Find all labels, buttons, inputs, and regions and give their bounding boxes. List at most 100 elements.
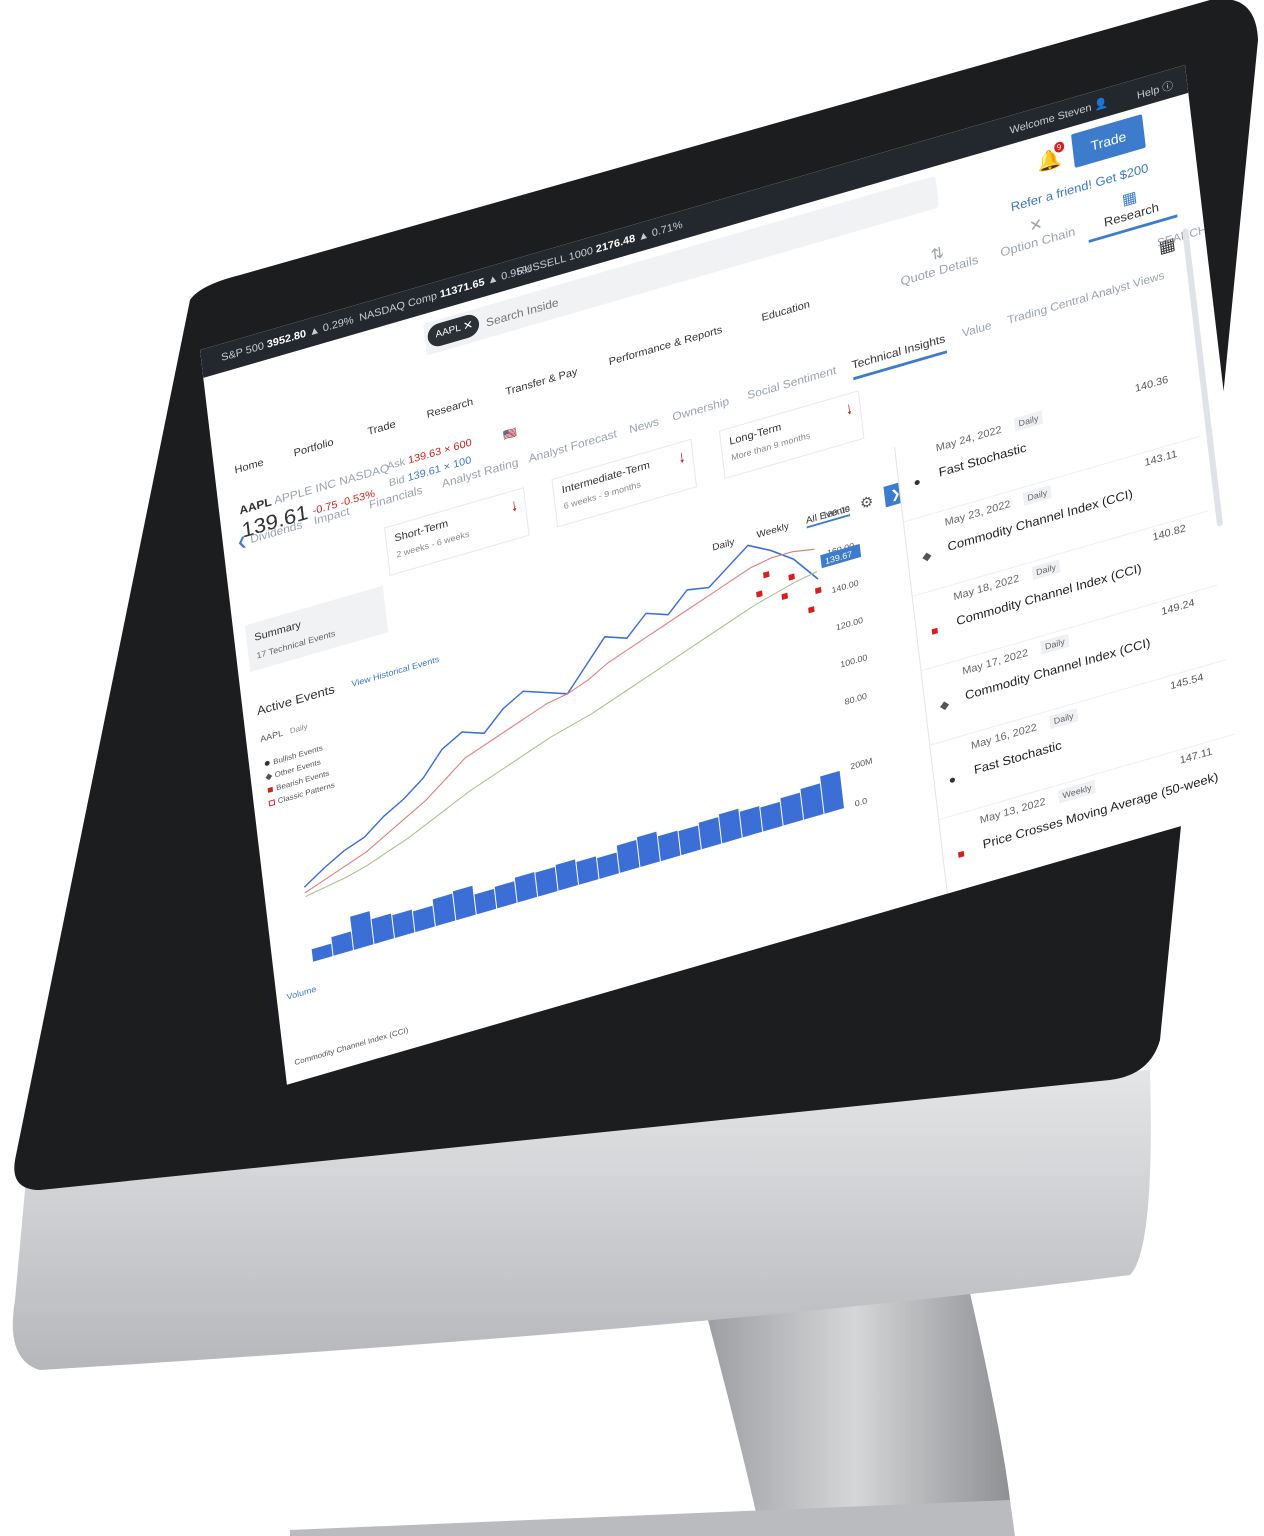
bearish-event-marker xyxy=(808,606,815,614)
event-price: 143.11 xyxy=(1144,448,1178,469)
volume-bar xyxy=(412,905,435,933)
subtab-news[interactable]: News xyxy=(628,415,659,437)
bearish-event-marker xyxy=(781,592,789,600)
subtab-search[interactable]: SEARCH xyxy=(1156,223,1207,250)
chevron-left-icon: ❮ xyxy=(236,533,248,550)
subtab-analyst-forecast[interactable]: Analyst Forecast xyxy=(528,427,618,465)
volume-bar xyxy=(350,911,374,950)
y-tick-label: 180.00 xyxy=(822,503,850,520)
nav-portfolio[interactable]: Portfolio xyxy=(293,437,334,460)
volume-bar xyxy=(800,783,824,820)
tab-option-chain[interactable]: ✕ Option Chain xyxy=(990,203,1083,261)
bullish-event-icon: ● xyxy=(947,772,957,788)
event-price: 147.11 xyxy=(1179,745,1213,767)
y-tick-label: 140.00 xyxy=(831,578,859,595)
nav-transfer-pay[interactable]: Transfer & Pay xyxy=(505,366,578,398)
event-freq: Daily xyxy=(1013,410,1044,432)
volume-bar xyxy=(718,808,742,844)
y-tick-label: 100.00 xyxy=(840,652,868,669)
quote-exchange: NASDAQ xyxy=(338,460,390,489)
bid-label: Bid xyxy=(388,473,406,490)
subtab-value[interactable]: Value xyxy=(961,318,992,340)
event-price: 140.82 xyxy=(1152,522,1187,544)
stand-base xyxy=(290,1500,1015,1536)
volume-bar xyxy=(616,839,640,873)
event-price: 140.36 xyxy=(1134,373,1169,395)
volume-bar xyxy=(371,913,394,944)
subtab-technical-insights[interactable]: Technical Insights xyxy=(850,331,947,381)
volume-tick-top: 200M xyxy=(850,756,873,772)
volume-bar xyxy=(432,893,456,927)
arrow-down-icon: 🠓 xyxy=(510,498,518,515)
arrow-down-icon: 🠓 xyxy=(845,401,853,418)
bell-icon[interactable]: 🔔 9 xyxy=(1036,140,1065,175)
volume-bar xyxy=(311,943,333,962)
volume-bar xyxy=(636,831,660,867)
other-event-icon: ◆ xyxy=(939,697,950,713)
nav-research[interactable]: Research xyxy=(426,396,474,421)
subtab-social-sentiment[interactable]: Social Sentiment xyxy=(747,363,837,402)
volume-bar xyxy=(597,852,619,879)
volume-bar xyxy=(494,881,517,909)
bearish-event-icon: ■ xyxy=(956,846,966,862)
monitor: S&P 500 3952.80 ▲ 0.29% NASDAQ Comp 1137… xyxy=(0,0,1264,1536)
close-icon[interactable]: ✕ xyxy=(462,317,473,333)
volume-tick-bottom: 0.0 xyxy=(854,796,868,809)
y-tick-label: 120.00 xyxy=(835,615,863,632)
volume-bar xyxy=(657,830,681,862)
bearish-event-marker xyxy=(814,586,822,595)
chart-event-markers xyxy=(756,571,822,614)
volume-bar xyxy=(780,792,804,826)
nav-home[interactable]: Home xyxy=(234,457,264,477)
y-tick-label: 80.00 xyxy=(844,691,867,707)
bearish-event-icon: ■ xyxy=(930,623,940,639)
volume-bar xyxy=(331,931,354,956)
bearish-event-marker xyxy=(788,573,795,581)
us-flag-icon: 🇺🇸 xyxy=(502,426,518,442)
other-event-icon: ◆ xyxy=(921,548,933,564)
events-list: ● May 24, 2022 Daily Fast Stochastic 140… xyxy=(894,361,1244,895)
subtab-trading-central[interactable]: Trading Central Analyst Views xyxy=(1007,268,1166,326)
subtab-ownership[interactable]: Ownership xyxy=(672,394,730,423)
ask-label: Ask xyxy=(386,456,406,473)
event-freq: Weekly xyxy=(1057,779,1097,804)
event-price: 149.24 xyxy=(1160,597,1196,618)
bullish-event-icon: ● xyxy=(912,474,922,490)
term-long[interactable]: Long-Term More than 9 months 🠓 xyxy=(718,390,865,480)
nav-trade[interactable]: Trade xyxy=(367,419,396,438)
y-axis-ticks: 180.00160.00140.00120.00100.0080.00 xyxy=(822,503,868,707)
tab-quote-details[interactable]: ⇅ Quote Details xyxy=(892,232,985,290)
nav-education[interactable]: Education xyxy=(761,299,811,324)
legend-classic-marker xyxy=(268,799,276,807)
event-price: 145.54 xyxy=(1169,671,1205,693)
legend-other-marker xyxy=(265,773,273,781)
volume-bar xyxy=(678,825,701,856)
volume-bar xyxy=(820,770,845,814)
arrow-down-icon: 🠓 xyxy=(678,449,686,466)
help-link[interactable]: Help ⓘ xyxy=(1136,77,1174,102)
volume-bar xyxy=(576,856,599,885)
bearish-event-marker xyxy=(763,571,770,579)
volume-bar xyxy=(760,801,783,832)
volume-bar xyxy=(474,888,497,915)
help-icon[interactable]: ⓘ xyxy=(1162,80,1174,94)
volume-bar xyxy=(739,806,763,838)
volume-bars xyxy=(311,770,845,962)
volume-bar xyxy=(535,866,558,897)
notification-badge: 9 xyxy=(1053,140,1065,154)
user-icon[interactable]: 👤 xyxy=(1094,97,1109,112)
volume-bar xyxy=(514,872,538,903)
bearish-event-marker xyxy=(756,590,763,598)
chart-interval: Daily xyxy=(289,722,308,736)
event-freq: Daily xyxy=(1049,708,1079,730)
symbol-chip-label: AAPL xyxy=(435,322,462,341)
volume-bar xyxy=(698,817,722,850)
chart-legend: AAPL Daily Bullish Events Other Events B… xyxy=(260,722,335,807)
legend-bearish-marker xyxy=(267,786,274,793)
nav-performance-reports[interactable]: Performance & Reports xyxy=(608,324,723,368)
legend-bullish-marker xyxy=(264,760,270,766)
event-freq: Daily xyxy=(1022,484,1052,506)
volume-bar xyxy=(392,909,415,939)
volume-bar xyxy=(555,859,579,891)
event-freq: Daily xyxy=(1031,559,1061,581)
